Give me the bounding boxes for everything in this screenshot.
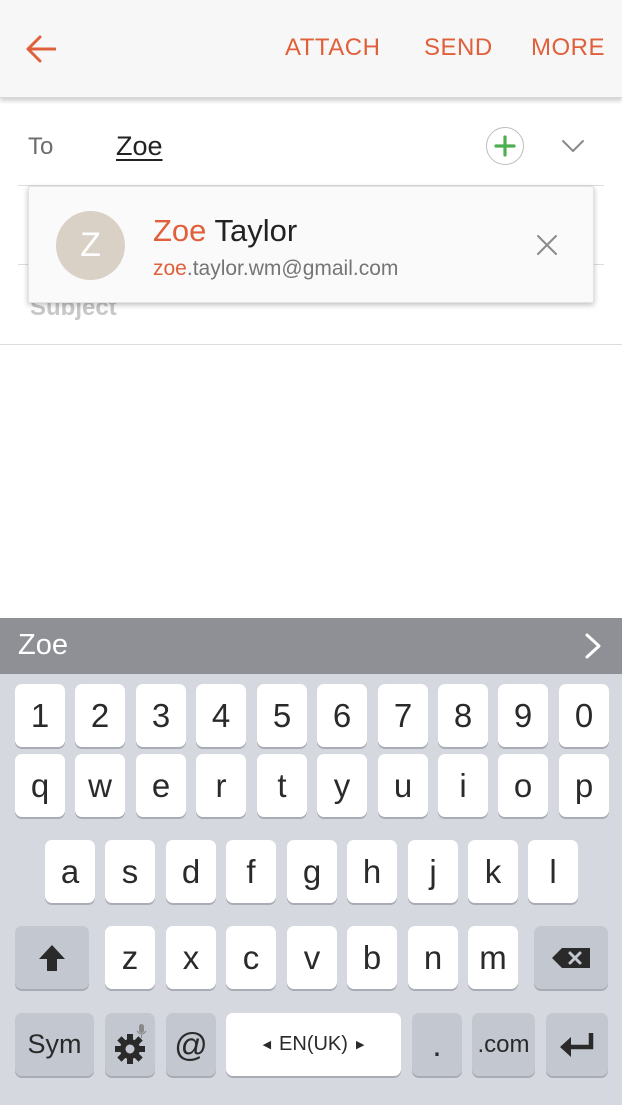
keyboard: 1 2 3 4 5 6 7 8 9 0 q w e r t y u i o p … <box>0 674 622 1105</box>
divider <box>0 344 622 345</box>
app-bar: ATTACH SEND MORE <box>0 0 622 98</box>
sym-key[interactable]: Sym <box>15 1013 94 1076</box>
key-c[interactable]: c <box>226 926 276 989</box>
key-5[interactable]: 5 <box>257 684 307 747</box>
caret-left-icon: ◀ <box>262 1039 272 1051</box>
space-language-label: EN(UK) <box>279 1033 348 1055</box>
key-s[interactable]: s <box>105 840 155 903</box>
contact-suggestion[interactable]: Z Zoe Taylor zoe.taylor.wm@gmail.com <box>28 186 594 303</box>
key-w[interactable]: w <box>75 754 125 817</box>
add-recipient-button[interactable] <box>486 127 524 165</box>
chevron-down-icon <box>562 140 584 152</box>
key-2[interactable]: 2 <box>75 684 125 747</box>
key-v[interactable]: v <box>287 926 337 989</box>
contact-name-rest: Taylor <box>206 213 298 248</box>
at-key[interactable]: @ <box>166 1013 216 1076</box>
contact-email: zoe.taylor.wm@gmail.com <box>153 257 398 281</box>
key-e[interactable]: e <box>136 754 186 817</box>
back-button[interactable] <box>20 28 62 70</box>
key-r[interactable]: r <box>196 754 246 817</box>
attach-button[interactable]: ATTACH <box>285 34 380 62</box>
send-button[interactable]: SEND <box>424 34 493 62</box>
key-7[interactable]: 7 <box>378 684 428 747</box>
close-icon <box>537 235 557 255</box>
key-l[interactable]: l <box>528 840 578 903</box>
dotcom-key[interactable]: .com <box>472 1013 535 1076</box>
key-j[interactable]: j <box>408 840 458 903</box>
backspace-icon <box>552 947 590 968</box>
arrow-left-icon <box>26 35 56 63</box>
plus-circle-icon <box>494 135 516 157</box>
key-x[interactable]: x <box>166 926 216 989</box>
avatar-letter: Z <box>80 226 101 264</box>
prediction-bar: Zoe <box>0 618 622 674</box>
to-label: To <box>28 133 54 160</box>
key-m[interactable]: m <box>468 926 518 989</box>
shift-key[interactable] <box>15 926 89 989</box>
key-o[interactable]: o <box>498 754 548 817</box>
key-8[interactable]: 8 <box>438 684 488 747</box>
key-t[interactable]: t <box>257 754 307 817</box>
key-i[interactable]: i <box>438 754 488 817</box>
settings-key[interactable] <box>105 1013 155 1076</box>
space-key[interactable]: ◀ EN(UK) ▶ <box>226 1013 401 1076</box>
key-n[interactable]: n <box>408 926 458 989</box>
key-q[interactable]: q <box>15 754 65 817</box>
chevron-right-icon <box>585 633 601 659</box>
contact-email-match: zoe <box>153 257 187 280</box>
caret-right-icon: ▶ <box>355 1039 365 1051</box>
key-3[interactable]: 3 <box>136 684 186 747</box>
to-input[interactable]: Zoe <box>116 131 163 162</box>
prediction-word[interactable]: Zoe <box>18 629 68 662</box>
key-p[interactable]: p <box>559 754 609 817</box>
key-0[interactable]: 0 <box>559 684 609 747</box>
key-4[interactable]: 4 <box>196 684 246 747</box>
key-d[interactable]: d <box>166 840 216 903</box>
key-6[interactable]: 6 <box>317 684 367 747</box>
backspace-key[interactable] <box>534 926 608 989</box>
enter-icon <box>560 1032 594 1057</box>
key-u[interactable]: u <box>378 754 428 817</box>
key-1[interactable]: 1 <box>15 684 65 747</box>
gear-mic-icon <box>115 1023 147 1064</box>
key-h[interactable]: h <box>347 840 397 903</box>
key-a[interactable]: a <box>45 840 95 903</box>
dismiss-suggestion-button[interactable] <box>533 231 561 259</box>
compose-screen: ATTACH SEND MORE To Zoe Subject Z Zoe Ta… <box>0 0 622 1105</box>
contact-name: Zoe Taylor <box>153 213 297 249</box>
shift-arrow-icon <box>39 944 65 971</box>
key-y[interactable]: y <box>317 754 367 817</box>
key-f[interactable]: f <box>226 840 276 903</box>
more-button[interactable]: MORE <box>531 34 605 62</box>
key-9[interactable]: 9 <box>498 684 548 747</box>
key-z[interactable]: z <box>105 926 155 989</box>
to-row: To Zoe <box>0 105 622 185</box>
key-b[interactable]: b <box>347 926 397 989</box>
enter-key[interactable] <box>546 1013 608 1076</box>
prediction-expand-button[interactable] <box>580 631 606 661</box>
contact-email-rest: .taylor.wm@gmail.com <box>186 257 399 280</box>
avatar: Z <box>56 211 125 280</box>
contact-name-match: Zoe <box>153 213 207 248</box>
expand-recipients-button[interactable] <box>558 133 588 159</box>
key-g[interactable]: g <box>287 840 337 903</box>
key-k[interactable]: k <box>468 840 518 903</box>
period-key[interactable]: . <box>412 1013 462 1076</box>
